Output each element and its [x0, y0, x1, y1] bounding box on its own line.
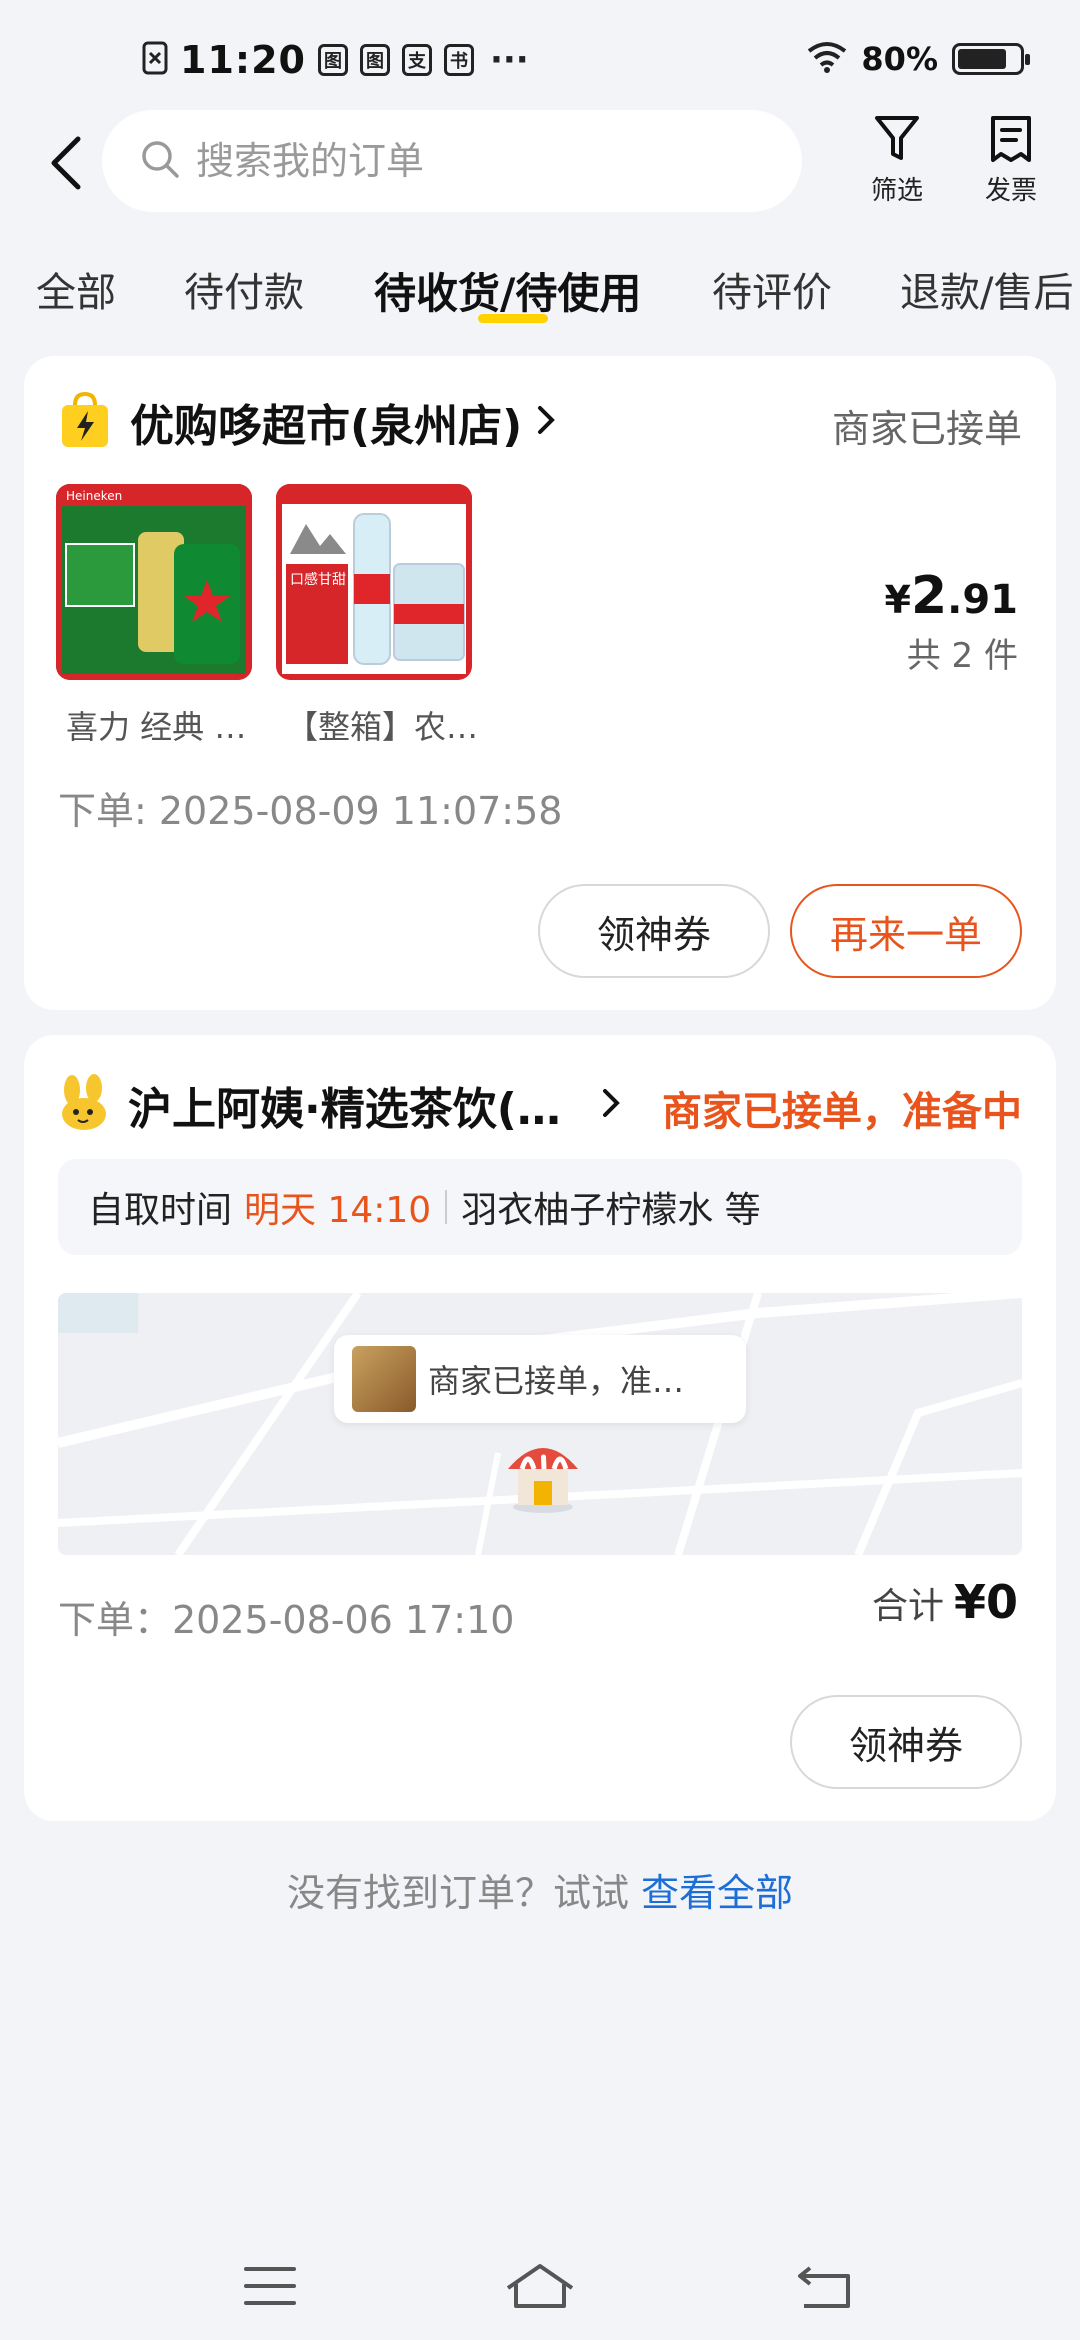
invoice-button[interactable]: 发票 — [966, 114, 1056, 207]
pickup-items: 羽衣柚子柠檬水 等 — [461, 1190, 761, 1231]
get-coupon-button[interactable]: 领神券 — [538, 884, 770, 978]
not-found-hint: 没有找到订单？试试 查看全部 — [0, 1862, 1080, 1917]
get-coupon-button[interactable]: 领神券 — [790, 1695, 1022, 1789]
store-thumbnail — [352, 1346, 416, 1412]
more-notifications-icon: ··· — [489, 40, 529, 80]
total-value: ¥0 — [953, 1575, 1018, 1629]
battery-percent: 80% — [861, 40, 938, 78]
order-card[interactable]: 优购哆超市(泉州店) 商家已接单 Heineken 口感甘甜 喜力 经典 … 【… — [24, 356, 1056, 1010]
beer-brand-text: Heineken — [66, 489, 122, 503]
product-image-beer[interactable]: Heineken — [56, 484, 252, 680]
store-name: 沪上阿姨·精选茶饮(… — [128, 1084, 561, 1135]
price-decimal: .91 — [947, 577, 1018, 623]
order-total: 合计 ¥0 — [872, 1575, 1018, 1629]
order-status: 商家已接单 — [831, 407, 1022, 451]
not-found-text: 没有找到订单？试试 — [286, 1871, 629, 1915]
shopping-bag-icon — [58, 391, 112, 453]
home-button[interactable] — [500, 2246, 580, 2326]
pickup-time: 明天 14:10 — [244, 1190, 432, 1231]
price-integer: 2 — [910, 566, 948, 626]
back-nav-button[interactable] — [784, 2246, 864, 2326]
water-brand-text: 口感甘甜 — [290, 571, 346, 588]
order-tabs: 全部 待付款 待收货/待使用 待评价 退款/售后 — [0, 250, 1080, 330]
order-price: ¥2.91 — [885, 566, 1019, 626]
filter-label: 筛选 — [870, 176, 923, 206]
tab-refund-aftersale[interactable]: 退款/售后 — [900, 260, 1073, 318]
book-notification-icon: 书 — [443, 44, 474, 76]
reorder-button[interactable]: 再来一单 — [790, 884, 1022, 978]
store-link[interactable]: 沪上阿姨·精选茶饮(… — [58, 1073, 621, 1137]
product-image-water[interactable]: 口感甘甜 — [276, 484, 472, 680]
order-status: 商家已接单，准备中 — [662, 1089, 1022, 1135]
pickup-label: 自取时间 — [88, 1190, 233, 1231]
chevron-right-icon — [536, 404, 556, 440]
battery-icon — [952, 43, 1030, 75]
divider — [445, 1190, 448, 1224]
tab-pending-receipt[interactable]: 待收货/待使用 — [374, 260, 641, 321]
store-location-icon — [498, 1435, 588, 1519]
system-nav-bar — [0, 2240, 1080, 2340]
total-label: 合计 — [871, 1586, 944, 1627]
back-arrow-icon — [51, 136, 81, 190]
home-icon — [506, 2264, 574, 2308]
tab-pending-payment[interactable]: 待付款 — [184, 260, 304, 318]
order-time: 下单：2025-08-06 17:10 — [58, 1598, 515, 1642]
map-bubble-text: 商家已接单，准… — [428, 1362, 685, 1400]
back-button[interactable] — [36, 128, 96, 198]
tab-all[interactable]: 全部 — [36, 260, 116, 318]
pickup-info-bar: 自取时间 明天 14:10 羽衣柚子柠檬水 等 — [58, 1159, 1022, 1255]
order-time: 下单: 2025-08-09 11:07:58 — [58, 789, 563, 833]
product-caption-beer: 喜力 经典 … — [66, 708, 247, 746]
invoice-label: 发票 — [984, 176, 1037, 206]
notification-icon-2: 图 — [359, 44, 390, 76]
menu-button[interactable] — [230, 2246, 310, 2326]
tab-pending-review[interactable]: 待评价 — [712, 260, 832, 318]
battery-level — [958, 49, 1006, 69]
notification-icon-1: 图 — [317, 44, 348, 76]
item-count: 共 2 件 — [906, 636, 1018, 676]
status-time: 11:20 — [180, 38, 306, 82]
status-bar: 11:20 图 图 支 书 ··· 80% — [0, 0, 1080, 120]
back-nav-icon — [798, 2266, 850, 2308]
product-caption-water: 【整箱】农… — [286, 708, 479, 746]
view-all-link[interactable]: 查看全部 — [641, 1871, 793, 1915]
map-status-bubble: 商家已接单，准… — [334, 1335, 746, 1423]
store-name: 优购哆超市(泉州店) — [130, 401, 523, 452]
header: 筛选 发票 — [0, 110, 1080, 215]
invoice-icon — [991, 116, 1031, 162]
search-input[interactable] — [196, 139, 716, 183]
price-currency: ¥ — [884, 578, 911, 622]
order-card[interactable]: 沪上阿姨·精选茶饮(… 商家已接单，准备中 自取时间 明天 14:10 羽衣柚子… — [24, 1035, 1056, 1821]
filter-icon — [875, 116, 919, 160]
search-bar[interactable] — [102, 110, 802, 212]
alipay-notification-icon: 支 — [401, 44, 432, 76]
filter-button[interactable]: 筛选 — [852, 114, 942, 207]
wifi-icon — [807, 41, 847, 77]
active-tab-indicator — [478, 314, 548, 323]
menu-icon — [244, 2267, 296, 2305]
sim-off-icon — [142, 41, 168, 79]
store-link[interactable]: 优购哆超市(泉州店) — [58, 390, 556, 454]
search-icon — [140, 139, 180, 183]
chevron-right-icon — [601, 1087, 621, 1123]
bunny-logo-icon — [58, 1074, 110, 1136]
pickup-map[interactable]: 商家已接单，准… — [58, 1293, 1022, 1555]
